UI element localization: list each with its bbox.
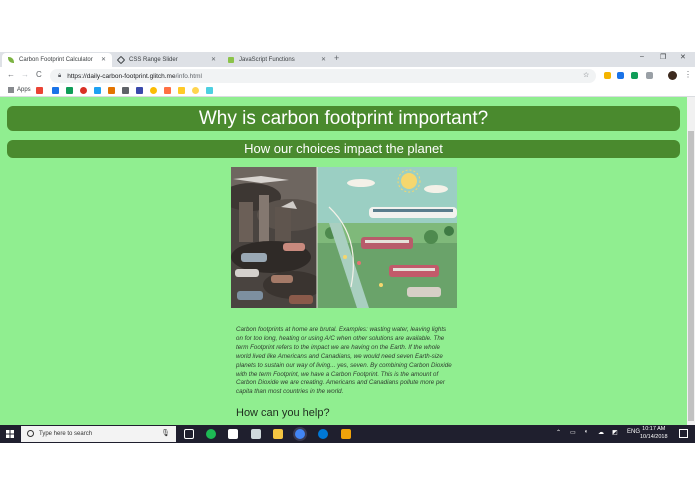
app-icon[interactable] bbox=[251, 429, 261, 439]
extension-icon[interactable] bbox=[604, 72, 611, 79]
tab-javascript-functions[interactable]: JavaScript Functions ✕ bbox=[222, 53, 332, 67]
lock-icon: 🔒︎ bbox=[58, 72, 62, 79]
url-host: https://daily-carbon-footprint.glitch.me bbox=[67, 72, 176, 80]
taskbar-search[interactable]: Type here to search 🎙︎ bbox=[21, 426, 176, 442]
notification-icon[interactable] bbox=[679, 429, 688, 438]
help-heading: How can you help? bbox=[236, 407, 330, 419]
twitter-icon[interactable] bbox=[94, 87, 101, 94]
extension-icon[interactable] bbox=[631, 72, 638, 79]
new-tab-button[interactable]: + bbox=[334, 53, 339, 63]
close-window-button[interactable]: ✕ bbox=[680, 53, 686, 61]
browser-toolbar: ← → C 🔒︎ https://daily-carbon-footprint.… bbox=[0, 67, 695, 85]
language-indicator[interactable]: ENG bbox=[627, 429, 640, 435]
apps-bookmark[interactable]: Apps bbox=[8, 87, 31, 93]
edge-icon[interactable] bbox=[318, 429, 328, 439]
tab-label: JavaScript Functions bbox=[239, 57, 295, 63]
tab-label: Carbon Footprint Calculator bbox=[19, 57, 93, 63]
spotify-icon[interactable] bbox=[206, 429, 216, 439]
url-path: /info.html bbox=[175, 72, 202, 80]
minimize-button[interactable]: – bbox=[640, 53, 644, 60]
page-title: Why is carbon footprint important? bbox=[7, 106, 680, 131]
tab-css-range-slider[interactable]: CSS Range Slider ✕ bbox=[112, 53, 222, 67]
taskbar-clock[interactable]: 10:17 AM 10/14/2018 bbox=[640, 426, 668, 441]
back-button[interactable]: ← bbox=[7, 70, 15, 79]
w3schools-icon bbox=[228, 57, 234, 63]
clock-date: 10/14/2018 bbox=[640, 433, 668, 440]
translate-icon[interactable] bbox=[52, 87, 59, 94]
maximize-button[interactable]: ❐ bbox=[660, 53, 666, 61]
forward-button[interactable]: → bbox=[21, 70, 29, 79]
avatar[interactable] bbox=[668, 71, 677, 80]
page-scrollbar[interactable] bbox=[687, 97, 695, 425]
drive-icon[interactable] bbox=[66, 87, 73, 94]
tab-label: CSS Range Slider bbox=[129, 57, 178, 63]
cloud-icon[interactable]: ☁︎ bbox=[598, 429, 604, 436]
file-explorer-icon[interactable] bbox=[273, 429, 283, 439]
bulb-icon[interactable] bbox=[150, 87, 157, 94]
codepen-icon bbox=[116, 55, 126, 65]
network-icon[interactable]: ◩ bbox=[612, 429, 618, 436]
search-placeholder: Type here to search bbox=[39, 431, 93, 437]
volume-icon[interactable]: ◖ bbox=[584, 429, 588, 435]
carbon-footprint-paragraph: Carbon footprints at home are brutal. Ex… bbox=[236, 326, 452, 396]
sublime-text-icon[interactable] bbox=[341, 429, 351, 439]
search-icon bbox=[27, 430, 34, 437]
close-icon[interactable]: ✕ bbox=[101, 56, 106, 63]
microphone-icon[interactable]: 🎙︎ bbox=[161, 429, 170, 437]
bulb-icon[interactable] bbox=[192, 87, 199, 94]
close-icon[interactable]: ✕ bbox=[211, 56, 216, 63]
close-icon[interactable]: ✕ bbox=[321, 56, 326, 63]
menu-icon[interactable]: ⋮ bbox=[684, 70, 692, 79]
tray-chevron-icon[interactable]: ⌃ bbox=[556, 429, 561, 436]
leaf-icon bbox=[8, 57, 14, 63]
clock-time: 10:17 AM bbox=[642, 426, 666, 432]
bookmark-icon[interactable] bbox=[136, 87, 143, 94]
store-icon[interactable] bbox=[228, 429, 238, 439]
extension-icon[interactable] bbox=[617, 72, 624, 79]
task-view-icon[interactable] bbox=[184, 429, 194, 439]
bookmark-icon[interactable] bbox=[206, 87, 213, 94]
tomato-icon[interactable] bbox=[80, 87, 87, 94]
extension-icon[interactable] bbox=[646, 72, 653, 79]
gmail-icon[interactable] bbox=[36, 87, 43, 94]
bookmarks-bar: Apps bbox=[0, 85, 695, 97]
tab-carbon-footprint-calculator[interactable]: Carbon Footprint Calculator ✕ bbox=[2, 53, 112, 67]
bookmark-star-icon[interactable]: ☆ bbox=[583, 71, 589, 79]
chrome-icon[interactable] bbox=[295, 429, 305, 439]
battery-icon[interactable]: ▭ bbox=[570, 429, 576, 436]
tab-strip: Carbon Footprint Calculator ✕ CSS Range … bbox=[0, 52, 695, 67]
scrollbar-thumb[interactable] bbox=[688, 131, 694, 421]
page-subtitle: How our choices impact the planet bbox=[7, 140, 680, 158]
screen: Carbon Footprint Calculator ✕ CSS Range … bbox=[0, 52, 695, 443]
web-page: Why is carbon footprint important? How o… bbox=[0, 97, 687, 425]
bookmark-icon[interactable] bbox=[108, 87, 115, 94]
bookmark-icon[interactable] bbox=[122, 87, 129, 94]
reload-button[interactable]: C bbox=[36, 70, 42, 79]
illustration-graphic bbox=[231, 167, 457, 308]
windows-start-icon[interactable] bbox=[6, 430, 14, 438]
apps-label: Apps bbox=[17, 87, 31, 93]
bookmark-icon[interactable] bbox=[164, 87, 171, 94]
apps-grid-icon bbox=[8, 87, 14, 93]
pollution-vs-green-city-illustration bbox=[231, 167, 457, 308]
windows-taskbar: Type here to search 🎙︎ ⌃ ▭ ◖ ☁︎ ◩ ENG 10… bbox=[0, 425, 695, 443]
bookmark-icon[interactable] bbox=[178, 87, 185, 94]
address-bar[interactable]: 🔒︎ https://daily-carbon-footprint.glitch… bbox=[50, 69, 596, 83]
